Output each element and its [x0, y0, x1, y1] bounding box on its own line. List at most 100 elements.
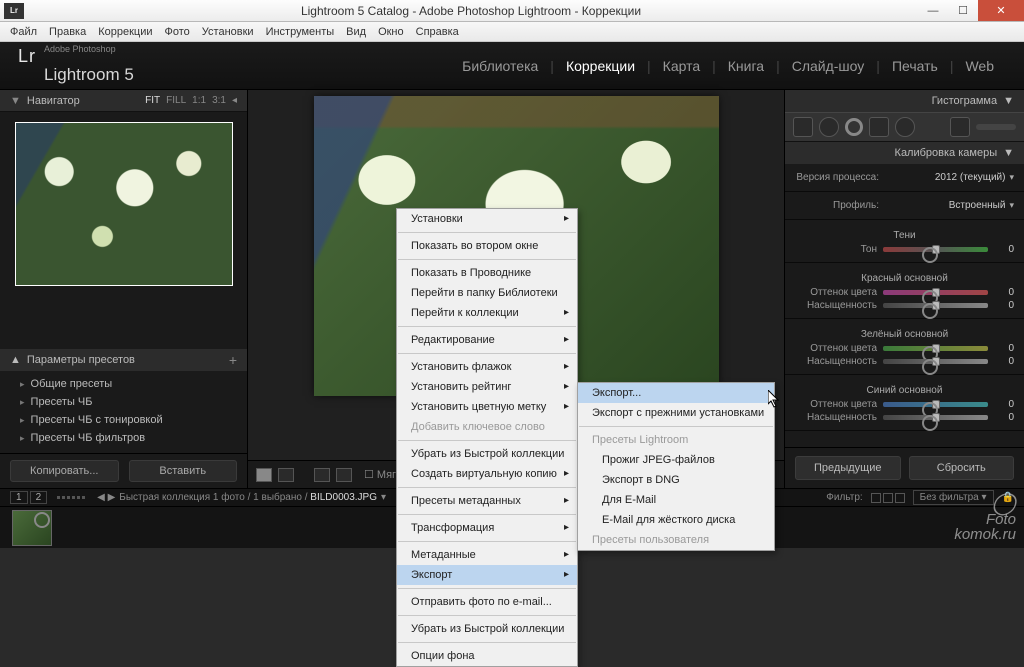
menu-файл[interactable]: Файл — [4, 26, 43, 38]
menu-item[interactable]: Создать виртуальную копию▸ — [397, 464, 577, 484]
maximize-button[interactable]: ☐ — [948, 0, 978, 21]
context-menu[interactable]: Установки▸ Показать во втором окне Показат… — [396, 208, 578, 667]
filmstrip-thumbnail[interactable] — [12, 510, 52, 546]
menu-item[interactable]: Установить рейтинг▸ — [397, 377, 577, 397]
menu-item[interactable]: Метаданные▸ — [397, 545, 577, 565]
zoom-FILL[interactable]: FILL — [166, 95, 186, 106]
menu-item[interactable]: Перейти к коллекции▸ — [397, 303, 577, 323]
tone-slider[interactable]: Тон0 — [795, 243, 1014, 256]
grid-icon[interactable] — [57, 496, 85, 499]
radial-filter-icon[interactable] — [895, 117, 915, 137]
zoom-3:1[interactable]: 3:1 — [212, 95, 226, 106]
module-2[interactable]: Карта — [651, 58, 712, 74]
blue-primary-subhead: Синий основной — [795, 381, 1014, 398]
filter-lock-icon[interactable]: 🔒 — [1002, 492, 1014, 503]
menu-item[interactable]: Установить флажок▸ — [397, 357, 577, 377]
process-version-row[interactable]: Версия процесса:2012 (текущий)▾ — [795, 170, 1014, 185]
adjustment-brush-icon[interactable] — [950, 117, 970, 137]
before-after-split-icon[interactable] — [336, 468, 352, 482]
presets-panel-header[interactable]: ▲ Параметры пресетов + — [0, 349, 247, 371]
export-submenu[interactable]: Экспорт...Экспорт с прежними установками… — [577, 382, 775, 551]
loupe-view-icon[interactable] — [256, 468, 272, 482]
red-hue-slider[interactable]: Оттенок цвета0 — [795, 286, 1014, 299]
menu-item[interactable]: Перейти в папку Библиотеки — [397, 283, 577, 303]
previous-button[interactable]: Предыдущие — [795, 456, 901, 480]
reset-button[interactable]: Сбросить — [909, 456, 1015, 480]
redeye-tool-icon[interactable] — [845, 118, 863, 136]
zoom-FIT[interactable]: FIT — [145, 95, 160, 106]
menu-фото[interactable]: Фото — [159, 26, 196, 38]
menu-item[interactable]: Экспорт... — [578, 383, 774, 403]
green-sat-slider[interactable]: Насыщенность0 — [795, 355, 1014, 368]
filter-dropdown[interactable]: Без фильтра ▾ — [913, 490, 994, 505]
screen-2-button[interactable]: 2 — [30, 491, 48, 504]
disclosure-triangle-icon: ▼ — [10, 95, 21, 107]
navigator-panel-header[interactable]: ▼ Навигатор FIT FILL 1:1 3:1 ◂ — [0, 90, 247, 112]
zoom-1:1[interactable]: 1:1 — [192, 95, 206, 106]
minimize-button[interactable]: — — [918, 0, 948, 21]
navigator-preview[interactable] — [15, 122, 233, 286]
menu-инструменты[interactable]: Инструменты — [260, 26, 341, 38]
menu-item[interactable]: Показать в Проводнике — [397, 263, 577, 283]
menu-item[interactable]: Экспорт в DNG — [578, 470, 774, 490]
graduated-filter-icon[interactable] — [869, 117, 889, 137]
close-button[interactable]: ✕ — [978, 0, 1024, 21]
module-5[interactable]: Печать — [880, 58, 950, 74]
menu-item[interactable]: Трансформация▸ — [397, 518, 577, 538]
add-preset-icon[interactable]: + — [229, 352, 237, 368]
menu-item[interactable]: Пресеты метаданных▸ — [397, 491, 577, 511]
paste-button[interactable]: Вставить — [129, 460, 238, 482]
flag-filter-icons[interactable] — [871, 493, 905, 503]
red-sat-slider[interactable]: Насыщенность0 — [795, 299, 1014, 312]
menu-вид[interactable]: Вид — [340, 26, 372, 38]
green-primary-subhead: Зелёный основной — [795, 325, 1014, 342]
green-hue-slider[interactable]: Оттенок цвета0 — [795, 342, 1014, 355]
menu-item[interactable]: Редактирование▸ — [397, 330, 577, 350]
menu-item[interactable]: Убрать из Быстрой коллекции — [397, 619, 577, 639]
navigator-label: Навигатор — [27, 95, 80, 107]
module-6[interactable]: Web — [953, 58, 1006, 74]
module-3[interactable]: Книга — [716, 58, 776, 74]
menu-правка[interactable]: Правка — [43, 26, 92, 38]
menu-item[interactable]: Для E-Mail — [578, 490, 774, 510]
preset-folder[interactable]: Общие пресеты — [0, 375, 247, 393]
profile-row[interactable]: Профиль:Встроенный▾ — [795, 198, 1014, 213]
menu-коррекции[interactable]: Коррекции — [92, 26, 158, 38]
menu-установки[interactable]: Установки — [196, 26, 260, 38]
blue-sat-slider[interactable]: Насыщенность0 — [795, 411, 1014, 424]
zoom-more-icon[interactable]: ◂ — [232, 95, 237, 106]
module-1[interactable]: Коррекции — [554, 58, 647, 74]
menu-item[interactable]: Установки▸ — [397, 209, 577, 229]
crop-tool-icon[interactable] — [793, 117, 813, 137]
brush-size-slider[interactable] — [976, 124, 1016, 130]
menu-item[interactable]: Отправить фото по e-mail... — [397, 592, 577, 612]
before-after-icon[interactable] — [314, 468, 330, 482]
compare-view-icon[interactable] — [278, 468, 294, 482]
menu-окно[interactable]: Окно — [372, 26, 410, 38]
module-0[interactable]: Библиотека — [450, 58, 550, 74]
screen-1-button[interactable]: 1 — [10, 491, 28, 504]
menu-item[interactable]: Установить цветную метку▸ — [397, 397, 577, 417]
menu-справка[interactable]: Справка — [410, 26, 465, 38]
preset-folder[interactable]: Пресеты ЧБ с тонировкой — [0, 411, 247, 429]
menu-item[interactable]: Опции фона — [397, 646, 577, 666]
navigator-zoom-options[interactable]: FIT FILL 1:1 3:1 ◂ — [145, 95, 237, 106]
window-titlebar: Lr Lightroom 5 Catalog - Adobe Photoshop… — [0, 0, 1024, 22]
menu-item[interactable]: Прожиг JPEG-файлов — [578, 450, 774, 470]
spot-removal-icon[interactable] — [819, 117, 839, 137]
camera-calibration-header[interactable]: Калибровка камеры ▼ — [785, 142, 1024, 164]
camera-calibration-label: Калибровка камеры — [895, 147, 998, 159]
blue-hue-slider[interactable]: Оттенок цвета0 — [795, 398, 1014, 411]
copy-button[interactable]: Копировать... — [10, 460, 119, 482]
menu-item[interactable]: Показать во втором окне — [397, 236, 577, 256]
menu-item[interactable]: Экспорт▸ — [397, 565, 577, 585]
histogram-panel-header[interactable]: Гистограмма ▼ — [785, 90, 1024, 112]
menu-item[interactable]: E-Mail для жёсткого диска — [578, 510, 774, 530]
menu-item[interactable]: Убрать из Быстрой коллекции — [397, 444, 577, 464]
menu-item[interactable]: Экспорт с прежними установками — [578, 403, 774, 423]
preset-folder[interactable]: Пресеты ЧБ — [0, 393, 247, 411]
logo-name: Lightroom 5 — [44, 65, 134, 84]
logo-mark: Lr — [18, 46, 36, 67]
preset-folder[interactable]: Пресеты ЧБ фильтров — [0, 429, 247, 447]
module-4[interactable]: Слайд-шоу — [780, 58, 877, 74]
